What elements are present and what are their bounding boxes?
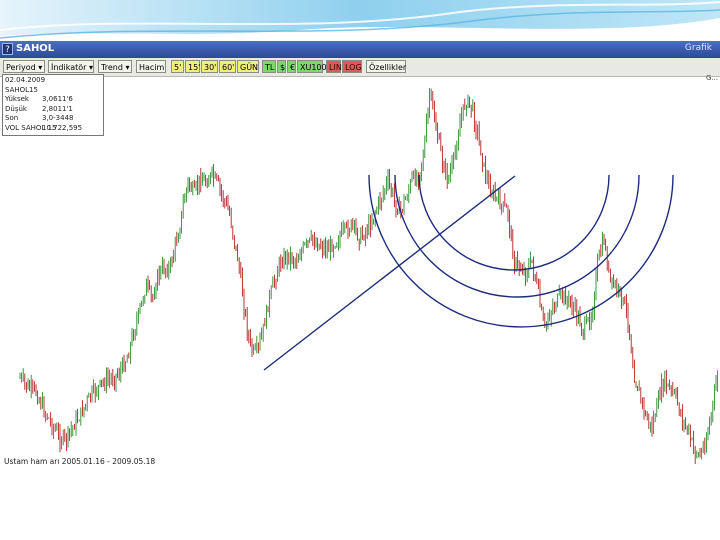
price-chart[interactable] bbox=[0, 41, 720, 471]
info-value: 3,0611'6 bbox=[42, 95, 73, 104]
info-row: Son 3,0-3448 bbox=[5, 114, 101, 123]
chart-window: ? SAHOL Grafik Periyod ▾ İndikatör ▾ Trend… bbox=[0, 41, 720, 471]
info-row: VOL SAHOL 15 10.722,595 bbox=[5, 124, 101, 133]
trend-line[interactable] bbox=[263, 175, 516, 371]
footer-date-range: Ustam ham arı 2005.01.16 - 2009.05.18 bbox=[4, 457, 156, 466]
candles-group bbox=[19, 87, 719, 464]
header-wave-decoration bbox=[0, 0, 720, 39]
info-key: SAHOL15 bbox=[5, 85, 38, 94]
info-row: Düşük 2,8011'1 bbox=[5, 105, 101, 114]
info-value: 2,8011'1 bbox=[42, 104, 73, 113]
info-row: SAHOL15 bbox=[5, 86, 101, 95]
speed-arc[interactable] bbox=[368, 174, 674, 328]
info-key: Son bbox=[5, 114, 19, 123]
corner-label: G... bbox=[706, 74, 719, 82]
info-value: 3,0-3448 bbox=[42, 114, 74, 123]
info-row: Yüksek 3,0611'6 bbox=[5, 95, 101, 104]
info-box: 02.04.2009 SAHOL15 Yüksek 3,0611'6 Düşük 2,80… bbox=[2, 74, 104, 136]
info-key: Yüksek bbox=[5, 95, 29, 104]
info-key: 02.04.2009 bbox=[5, 76, 46, 84]
info-key: Düşük bbox=[5, 104, 27, 113]
info-value: 10.722,595 bbox=[42, 124, 83, 132]
info-row: 02.04.2009 bbox=[5, 76, 101, 85]
